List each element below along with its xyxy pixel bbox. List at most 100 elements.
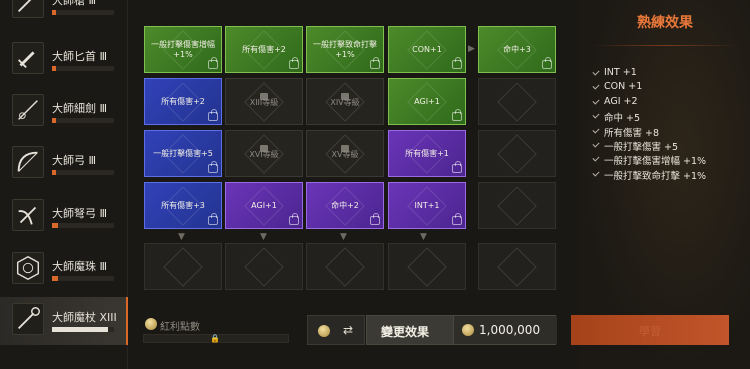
mastery-node[interactable]: 一般打擊傷害+5	[144, 130, 222, 177]
weapon-progress-bar	[52, 66, 114, 71]
mastery-node[interactable]	[388, 243, 466, 290]
mastery-node[interactable]: 所有傷害+1	[388, 130, 466, 177]
weapon-progress-bar	[52, 170, 114, 175]
learn-button-label: 學習	[639, 325, 661, 338]
staff-icon	[12, 303, 44, 335]
check-icon	[592, 154, 600, 162]
lock-icon: 🔒	[210, 334, 220, 343]
weapon-progress-fill	[52, 170, 56, 175]
mastery-node[interactable]	[478, 243, 556, 290]
node-label: INT+1	[414, 200, 440, 210]
mastery-node[interactable]: AGI+1	[225, 182, 303, 229]
effect-text: 所有傷害 +8	[604, 127, 660, 139]
lock-icon	[208, 109, 218, 121]
effect-text: AGI +2	[604, 95, 638, 107]
weapon-name: 大師匕首 Ⅲ	[52, 50, 108, 63]
lock-icon	[370, 57, 380, 69]
mastery-node[interactable]: XIII等級	[225, 78, 303, 125]
mastery-node[interactable]	[478, 130, 556, 177]
effect-text: 一般打擊傷害 +5	[604, 141, 679, 153]
mastery-node[interactable]	[144, 243, 222, 290]
weapon-item[interactable]: 大師匕首 Ⅲ	[0, 36, 128, 84]
node-label: 所有傷害+3	[161, 200, 205, 210]
mastery-node[interactable]: 所有傷害+2	[225, 26, 303, 73]
mastery-node[interactable]: XVI等級	[225, 130, 303, 177]
mastery-node[interactable]: INT+1	[388, 182, 466, 229]
effect-text: 一般打擊傷害增幅 +1%	[604, 156, 707, 168]
mastery-node[interactable]: 一般打擊致命打擊 +1%	[306, 26, 384, 73]
lock-icon	[452, 109, 462, 121]
mastery-node[interactable]	[225, 243, 303, 290]
weapon-name: 大師魔珠 Ⅲ	[52, 260, 108, 273]
gold-coin-icon	[462, 324, 474, 336]
weapon-item[interactable]: 大師細劍 Ⅲ	[0, 88, 128, 136]
mastery-node[interactable]: 一般打擊傷害增幅 +1%	[144, 26, 222, 73]
lock-icon	[289, 57, 299, 69]
node-label: 所有傷害+2	[242, 44, 286, 54]
bonus-points-label: 紅利點數	[160, 322, 200, 333]
weapon-progress-fill	[52, 10, 56, 15]
node-label: 一般打擊致命打擊 +1%	[313, 39, 377, 59]
node-label: XIV等級	[330, 98, 360, 108]
check-icon	[592, 126, 600, 134]
orb-icon	[12, 252, 44, 284]
weapon-progress-fill	[52, 276, 59, 281]
weapon-sidebar: 大師槍 Ⅲ 大師匕首 Ⅲ 大師細劍 Ⅲ 大師弓 Ⅲ 大師弩弓 Ⅲ 大師魔珠 Ⅲ 大師魔杖 X…	[0, 0, 128, 369]
check-icon	[592, 82, 600, 90]
mastery-node[interactable]: XV等級	[306, 130, 384, 177]
mastery-node[interactable]: 命中+2	[306, 182, 384, 229]
weapon-name: 大師魔杖 XIII	[52, 311, 117, 324]
divider	[592, 45, 738, 46]
change-effect-button[interactable]: 變更效果 1,000,000	[366, 315, 557, 345]
node-emblem	[497, 246, 537, 287]
weapon-name: 大師槍 Ⅲ	[52, 0, 97, 7]
weapon-progress-bar	[52, 118, 114, 123]
weapon-item[interactable]: 大師弓 Ⅲ	[0, 140, 128, 188]
change-effect-label: 變更效果	[381, 325, 430, 339]
weapon-item[interactable]: 大師魔杖 XIII	[0, 297, 128, 345]
mastery-node[interactable]: XIV等級	[306, 78, 384, 125]
effect-text: 一般打擊致命打擊 +1%	[604, 170, 707, 182]
rapier-icon	[12, 94, 44, 126]
mastery-node[interactable]	[478, 78, 556, 125]
coin-icon	[318, 325, 330, 337]
arrow-down-icon: ▼	[178, 232, 185, 242]
mastery-effects-panel: 熟練效果 INT +1 CON +1 AGI +2 命中 +5 所有傷害 +8 一般打擊傷…	[580, 0, 750, 369]
check-icon	[592, 68, 600, 76]
effect-text: INT +1	[604, 67, 637, 78]
check-icon	[592, 169, 600, 177]
node-emblem	[325, 246, 365, 287]
swap-icon: ⇄	[343, 323, 354, 337]
arrow-down-icon: ▼	[260, 232, 267, 242]
cost-value: 1,000,000	[479, 323, 541, 337]
weapon-item[interactable]: 大師弩弓 Ⅲ	[0, 193, 128, 241]
spear-icon	[12, 0, 44, 18]
mastery-node[interactable]	[306, 243, 384, 290]
mastery-node[interactable]: CON+1	[388, 26, 466, 73]
node-emblem	[497, 133, 537, 174]
weapon-item[interactable]: 大師槍 Ⅲ	[0, 0, 128, 28]
node-label: XVI等級	[249, 150, 279, 160]
swap-currency-button[interactable]: ⇄	[307, 315, 365, 345]
mastery-node[interactable]: AGI+1	[388, 78, 466, 125]
node-label: 一般打擊傷害增幅 +1%	[151, 39, 215, 59]
lock-icon	[208, 57, 218, 69]
node-emblem	[497, 185, 537, 226]
panel-title: 熟練效果	[637, 15, 693, 31]
learn-button[interactable]: 學習	[571, 315, 729, 345]
check-icon	[592, 111, 600, 119]
arrow-right-icon: ▶	[468, 44, 475, 54]
node-label: 所有傷害+2	[161, 96, 205, 106]
mastery-node[interactable]	[478, 182, 556, 229]
mastery-node[interactable]: 所有傷害+3	[144, 182, 222, 229]
lock-icon	[208, 161, 218, 173]
dagger-icon	[12, 42, 44, 74]
mastery-node[interactable]: 所有傷害+2	[144, 78, 222, 125]
weapon-item[interactable]: 大師魔珠 Ⅲ	[0, 246, 128, 294]
node-emblem	[244, 246, 284, 287]
node-emblem	[407, 246, 447, 287]
mastery-node[interactable]: 命中+3	[478, 26, 556, 73]
node-label: 一般打擊傷害+5	[153, 148, 213, 158]
node-label: CON+1	[412, 44, 442, 54]
arrow-down-icon: ▼	[340, 232, 347, 242]
